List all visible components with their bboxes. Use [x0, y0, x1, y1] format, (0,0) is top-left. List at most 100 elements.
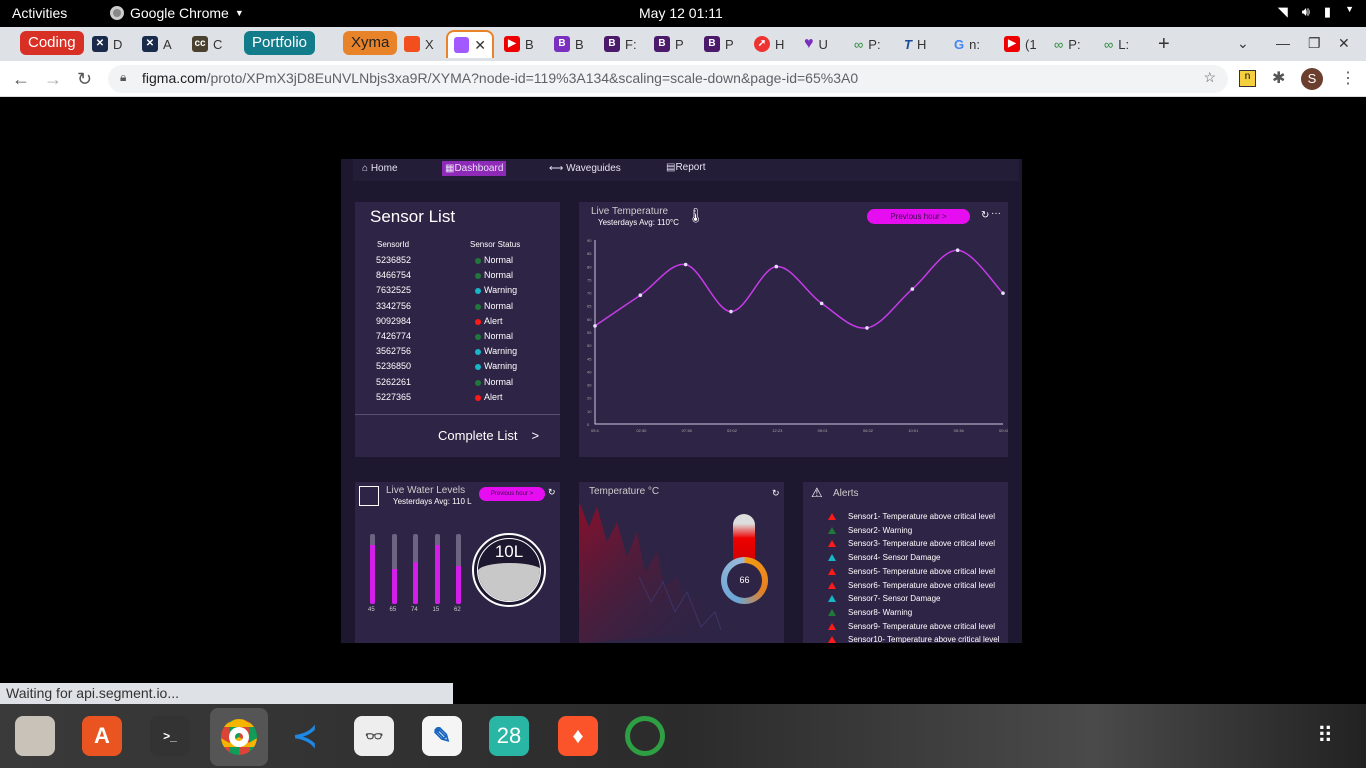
alert-item[interactable]: Sensor8- Warning	[828, 608, 912, 617]
forward-icon[interactable]: →	[44, 69, 62, 90]
back-icon[interactable]: ←	[12, 69, 30, 90]
sensor-row[interactable]: 7632525 Warning	[355, 285, 560, 300]
water-subtitle: Yesterdays Avg: 110 L	[393, 497, 472, 506]
tab-b1[interactable]: ▶ B	[498, 30, 540, 58]
tab-label: A	[163, 36, 172, 52]
sensor-row[interactable]: 9092984 Alert	[355, 316, 560, 331]
system-tray[interactable]: ◥ 🔊︎ ▮ ▼	[1278, 4, 1354, 20]
tab-search-icon[interactable]: ⌄	[1237, 35, 1249, 52]
data-point[interactable]	[865, 326, 869, 330]
brave-icon[interactable]: ♦	[558, 716, 598, 756]
refresh-icon[interactable]: ↻	[772, 488, 780, 499]
tab-h2[interactable]: TH	[898, 30, 932, 58]
activities-button[interactable]: Activities	[12, 5, 67, 21]
alert-item[interactable]: Sensor10- Temperature above critical lev…	[828, 635, 999, 643]
close-window-icon[interactable]: ✕	[1338, 35, 1350, 52]
complete-list-link[interactable]: Complete List >	[438, 428, 539, 443]
address-bar[interactable]: 🔒︎ figma.com/proto/XPmX3jD8EuNVLNbjs3xa9…	[108, 65, 1228, 93]
nav-waveguides[interactable]: ⟷ Waveguides	[546, 161, 624, 176]
tab-p1[interactable]: BP	[648, 30, 690, 58]
data-point[interactable]	[683, 262, 688, 267]
sensor-row[interactable]: 3562756 Warning	[355, 346, 560, 361]
tab-1[interactable]: ▶ (1	[998, 30, 1043, 58]
text-editor-icon[interactable]: ✎	[422, 716, 462, 756]
vscode-icon[interactable]: ≺	[285, 716, 325, 756]
tab-p2[interactable]: BP	[698, 30, 740, 58]
sensor-row[interactable]: 8466754 Normal	[355, 270, 560, 285]
previous-hour-button[interactable]: Previous hour >	[867, 209, 970, 224]
data-point[interactable]	[910, 287, 915, 291]
app-menu[interactable]: Google Chrome ▼	[110, 5, 244, 21]
tab-l[interactable]: ∞ L:	[1098, 30, 1135, 58]
data-point[interactable]	[819, 301, 824, 306]
extension-icon[interactable]: n	[1239, 70, 1256, 87]
alert-item[interactable]: Sensor9- Temperature above critical leve…	[828, 622, 995, 631]
sensor-row[interactable]: 7426774 Normal	[355, 331, 560, 346]
nav-dashboard[interactable]: ▦Dashboard	[442, 161, 507, 176]
tab-f[interactable]: B F:	[598, 30, 643, 58]
data-point[interactable]	[593, 324, 597, 328]
alert-item[interactable]: Sensor4- Sensor Damage	[828, 553, 941, 562]
document-viewer-icon[interactable]: 👓︎	[354, 716, 394, 756]
sensor-row[interactable]: 5227365 Alert	[355, 392, 560, 407]
tab-b2[interactable]: BB	[548, 30, 590, 58]
show-applications-icon[interactable]: ⠿	[1317, 723, 1335, 749]
tab-a[interactable]: ✕ A	[136, 30, 178, 58]
tab-p3[interactable]: ∞ P:	[848, 30, 887, 58]
data-point[interactable]	[729, 309, 733, 314]
data-point[interactable]	[955, 248, 960, 253]
tab-group-xyma[interactable]: Xyma	[343, 31, 398, 55]
more-options-icon[interactable]: ···	[991, 208, 1001, 219]
terminal-icon[interactable]: >_	[150, 716, 190, 756]
tab-group-coding[interactable]: Coding	[20, 31, 84, 55]
alert-item[interactable]: Sensor6- Temperature above critical leve…	[828, 581, 995, 590]
status-dot	[475, 273, 481, 280]
water-previous-hour-button[interactable]: Previous hour >	[479, 487, 545, 501]
water-level-fill	[456, 565, 461, 604]
nav-home[interactable]: ⌂ Home	[359, 161, 401, 176]
y-tick-label: 20	[587, 396, 592, 401]
tab-x[interactable]: X	[398, 30, 440, 58]
tab-active-figma[interactable]: ✕	[446, 30, 494, 58]
tab-c[interactable]: cc C	[186, 30, 228, 58]
tab-group-portfolio[interactable]: Portfolio	[244, 31, 316, 55]
refresh-icon[interactable]: ↻	[548, 487, 556, 498]
bookmark-star-icon[interactable]: ☆	[1203, 69, 1216, 86]
files-icon[interactable]	[15, 716, 55, 756]
nav-report[interactable]: ▤Report	[663, 160, 708, 175]
alert-item[interactable]: Sensor1- Temperature above critical leve…	[828, 512, 995, 521]
app-ring-icon[interactable]	[625, 716, 665, 756]
puzzle-icon[interactable]: ✱	[1272, 68, 1285, 88]
calendar-icon[interactable]: 28	[489, 716, 529, 756]
minimize-icon[interactable]: —	[1276, 35, 1290, 51]
tab-h[interactable]: ➚ H	[748, 30, 790, 58]
data-point[interactable]	[774, 264, 779, 269]
reload-icon[interactable]: ↻	[77, 69, 92, 90]
profile-avatar[interactable]: S	[1301, 68, 1323, 90]
sensor-row[interactable]: 3342756 Normal	[355, 301, 560, 316]
y-tick-label: 70	[587, 291, 592, 296]
software-center-icon[interactable]: A	[82, 716, 122, 756]
data-point[interactable]	[1001, 291, 1005, 295]
sensor-row[interactable]: 5262261 Normal	[355, 377, 560, 392]
menu-kebab-icon[interactable]: ⋮	[1340, 68, 1356, 88]
alert-item[interactable]: Sensor7- Sensor Damage	[828, 594, 941, 603]
restore-icon[interactable]: ❐	[1308, 35, 1321, 52]
water-level-fill	[391, 569, 397, 604]
tab-p4[interactable]: ∞ P:	[1048, 30, 1087, 58]
google-icon: G	[954, 36, 965, 52]
new-tab-button[interactable]: +	[1152, 30, 1176, 58]
chrome-dock-item[interactable]	[210, 708, 268, 766]
alert-item[interactable]: Sensor5- Temperature above critical leve…	[828, 567, 995, 576]
alert-item[interactable]: Sensor2- Warning	[828, 526, 912, 535]
close-icon[interactable]: ✕	[474, 37, 486, 54]
sensor-row[interactable]: 5236850 Warning	[355, 361, 560, 376]
tab-u[interactable]: ♥ U	[798, 30, 834, 58]
alert-item[interactable]: Sensor3- Temperature above critical leve…	[828, 539, 995, 548]
clock[interactable]: May 12 01:11	[639, 5, 723, 21]
data-point[interactable]	[638, 293, 643, 297]
refresh-icon[interactable]: ↻	[981, 210, 989, 221]
tab-n[interactable]: Gn:	[948, 30, 986, 58]
sensor-row[interactable]: 5236852 Normal	[355, 255, 560, 270]
tab-d[interactable]: ✕ D	[86, 30, 128, 58]
